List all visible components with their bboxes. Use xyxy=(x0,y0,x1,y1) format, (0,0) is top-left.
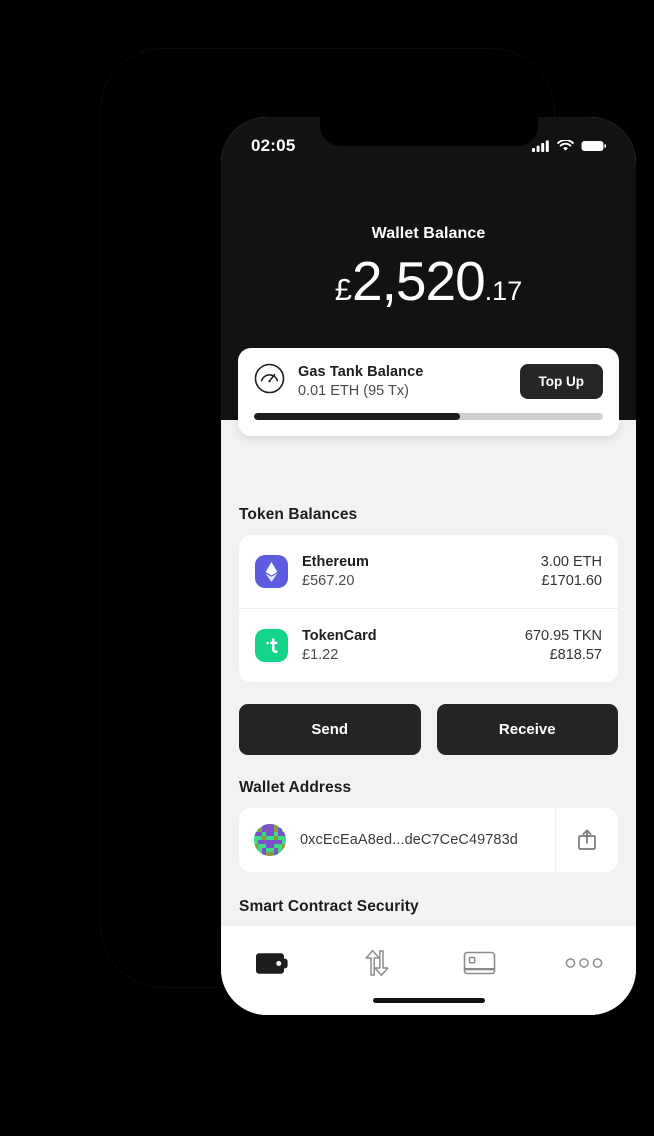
phone-screen: 02:05 Wallet Balance £ 2,520 .17 Token B… xyxy=(221,117,636,1015)
gas-tank-texts: Gas Tank Balance 0.01 ETH (95 Tx) xyxy=(298,364,520,399)
wallet-address-card: 0xcEcEaA8ed...deC7CeC49783d xyxy=(239,808,618,872)
top-up-button[interactable]: Top Up xyxy=(519,363,603,399)
wallet-balance-label: Wallet Balance xyxy=(371,225,486,242)
action-buttons: Send Receive xyxy=(239,704,618,755)
ethereum-glyph-icon xyxy=(265,561,278,582)
token-fiat-value: £818.57 xyxy=(549,647,602,663)
phone-frame: 02:05 Wallet Balance £ 2,520 .17 Token B… xyxy=(101,49,636,1015)
gas-tank-title: Gas Tank Balance xyxy=(298,363,424,380)
transfer-arrows-icon xyxy=(365,949,389,977)
token-value-group: 670.95 TKN £818.57 xyxy=(525,628,602,663)
token-price: £567.20 xyxy=(302,573,355,589)
token-name: Ethereum xyxy=(302,554,369,570)
balance-decimal: .17 xyxy=(484,276,523,306)
token-row[interactable]: Ethereum £567.20 3.00 ETH £1701.60 xyxy=(239,535,618,608)
home-indicator xyxy=(372,998,485,1003)
wifi-icon xyxy=(557,140,574,151)
wallet-address-text: 0xcEcEaA8ed...deC7CeC49783d xyxy=(300,832,518,848)
tokencard-icon xyxy=(255,629,288,662)
share-icon xyxy=(578,829,596,850)
ethereum-icon xyxy=(255,555,288,588)
status-bar: 02:05 xyxy=(221,133,636,159)
gas-tank-subtitle: 0.01 ETH (95 Tx) xyxy=(298,382,409,399)
token-name-group: TokenCard £1.22 xyxy=(302,628,525,663)
gas-tank-card: Gas Tank Balance 0.01 ETH (95 Tx) Top Up xyxy=(238,348,619,436)
blockie-pixels-icon xyxy=(254,824,286,856)
wallet-icon xyxy=(255,952,288,974)
token-balances-card: Ethereum £567.20 3.00 ETH £1701.60 Token… xyxy=(239,535,618,682)
wallet-address-row[interactable]: 0xcEcEaA8ed...deC7CeC49783d xyxy=(239,808,555,872)
wallet-balance-amount: £ 2,520 .17 xyxy=(221,254,636,309)
gauge-glyph-icon xyxy=(254,363,285,394)
tokencard-glyph-icon xyxy=(265,638,278,653)
nav-item-wallet[interactable] xyxy=(221,943,325,983)
more-dots-icon xyxy=(565,958,603,968)
gas-tank-progress-fill xyxy=(254,413,460,420)
gas-tank-row: Gas Tank Balance 0.01 ETH (95 Tx) Top Up xyxy=(254,363,603,399)
wallet-balance-block: Wallet Balance £ 2,520 .17 xyxy=(221,225,636,309)
battery-icon xyxy=(581,141,606,151)
nav-item-more[interactable] xyxy=(532,943,636,983)
token-balances-title: Token Balances xyxy=(239,506,358,523)
token-fiat-value: £1701.60 xyxy=(541,573,602,589)
status-icons xyxy=(532,140,606,152)
gauge-icon xyxy=(254,363,285,399)
receive-button[interactable]: Receive xyxy=(436,704,618,755)
token-amount: 3.00 ETH xyxy=(540,554,602,570)
status-time: 02:05 xyxy=(251,136,296,155)
currency-symbol: £ xyxy=(334,272,353,307)
nav-item-transfer[interactable] xyxy=(325,943,429,983)
card-icon xyxy=(464,951,496,975)
token-price: £1.22 xyxy=(302,647,339,663)
token-name: TokenCard xyxy=(302,628,377,644)
gas-tank-progress-bar xyxy=(254,413,603,420)
balance-integer: 2,520 xyxy=(352,250,486,312)
cellular-signal-icon xyxy=(532,140,549,152)
wallet-address-title: Wallet Address xyxy=(239,779,352,796)
send-button[interactable]: Send xyxy=(239,704,421,755)
token-name-group: Ethereum £567.20 xyxy=(302,554,541,589)
token-amount: 670.95 TKN xyxy=(524,628,602,644)
smart-contract-security-title: Smart Contract Security xyxy=(239,898,419,915)
token-row[interactable]: TokenCard £1.22 670.95 TKN £818.57 xyxy=(239,608,618,682)
nav-item-card[interactable] xyxy=(429,943,533,983)
token-value-group: 3.00 ETH £1701.60 xyxy=(541,554,602,589)
blockie-avatar xyxy=(254,824,286,856)
share-address-button[interactable] xyxy=(555,808,618,872)
